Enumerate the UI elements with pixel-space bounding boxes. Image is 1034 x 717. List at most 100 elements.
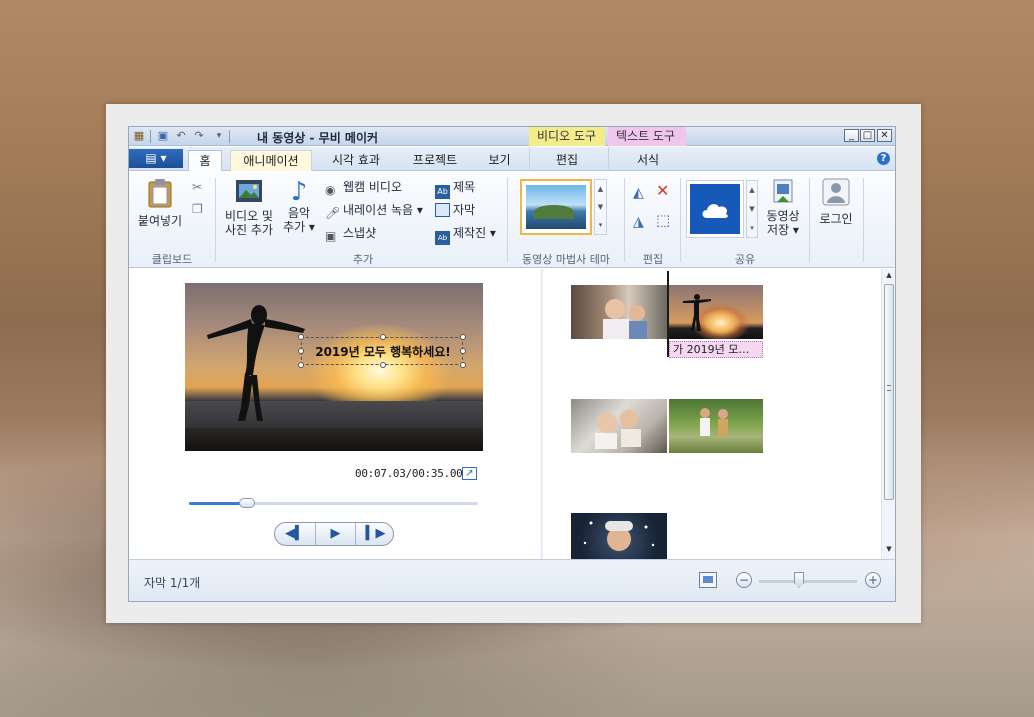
storyboard-scrollbar[interactable]: ▲ ▼ [881,269,895,559]
scroll-thumb[interactable] [884,284,894,500]
add-music-button[interactable]: ♪ 음악 추가 ▾ [279,178,319,234]
record-narration-button[interactable]: 🎤︎ 내레이션 녹음 ▾ [325,203,423,220]
title-icon: Ab [435,185,450,199]
resize-handle[interactable] [298,362,304,368]
group-separator [507,178,508,262]
music-note-icon: ♪ [290,177,308,207]
clip-children-image [603,299,647,339]
clip-babies-image [595,410,641,449]
title-button[interactable]: Ab 제목 [435,180,475,199]
tab-view[interactable]: 보기 [477,150,522,171]
tab-project[interactable]: 프로젝트 [401,150,469,171]
user-icon [822,178,850,206]
caption-text: 2019년 모두 행복하세요! [315,345,451,359]
app-icon[interactable]: ▦ [132,129,146,143]
resize-handle[interactable] [460,348,466,354]
clip-thumbnail[interactable] [571,285,667,339]
group-label-themes: 동영상 마법사 테마 [522,253,610,266]
sign-in-button[interactable]: 로그인 [813,178,859,226]
undo-icon[interactable]: ↶ [174,129,188,143]
quick-access-dropdown-icon[interactable]: ▾ [212,129,226,143]
tab-format[interactable]: 서식 [620,150,676,171]
divider [150,130,151,143]
file-menu-button[interactable]: ▤ ▾ [129,149,183,168]
tab-edit[interactable]: 편집 [540,150,594,171]
seek-thumb[interactable] [239,498,255,508]
copy-icon[interactable]: ❐ [192,202,203,216]
resize-handle[interactable] [380,362,386,368]
onedrive-icon [690,184,740,234]
theme-thumbnail [526,185,586,229]
select-all-icon[interactable]: ⬚ [656,213,670,228]
clip-thumbnail[interactable] [571,399,667,453]
caption-button[interactable]: 자막 [435,203,475,217]
group-separator [809,178,810,262]
save-movie-icon [773,179,793,203]
film-icon [236,180,262,202]
video-tools-context: 비디오 도구 [529,127,605,146]
zoom-out-icon[interactable]: − [736,572,752,588]
resize-handle[interactable] [380,334,386,340]
add-video-photo-button[interactable]: 비디오 및 사진 추가 [221,178,277,237]
next-frame-icon[interactable]: ▍▶ [355,523,393,545]
scroll-down-icon[interactable]: ▼ [882,545,895,553]
playback-controls: ◀▍ ▶ ▍▶ [274,522,394,546]
share-gallery-scroll[interactable]: ▲ ▼ ▾ [746,180,758,238]
caption-count: 자막 1/1개 [144,576,201,590]
clip-thumbnail[interactable] [571,513,667,559]
group-separator [863,178,864,262]
previous-frame-icon[interactable]: ◀▍ [275,523,315,545]
help-icon[interactable]: ? [877,152,890,165]
resize-handle[interactable] [460,362,466,368]
resize-handle[interactable] [298,334,304,340]
maximize-button[interactable]: □ [860,129,875,142]
paste-button[interactable]: 붙여넣기 [135,178,185,228]
webcam-video-button[interactable]: ◉ 웹캠 비디오 [325,180,402,197]
monitor-icon[interactable] [699,572,717,588]
caption-text-box[interactable]: 2019년 모두 행복하세요! [298,334,466,368]
ribbon-home: 붙여넣기 ✂ ❐ 클립보드 비디오 및 사진 추가 ♪ 음악 추가 ▾ ◉ 웹캠 … [129,172,895,268]
cloud-icon [702,204,728,218]
close-button[interactable]: ✕ [877,129,892,142]
microphone-icon: 🎤︎ [325,206,341,220]
play-icon[interactable]: ▶ [315,523,355,545]
tab-animations[interactable]: 애니메이션 [230,150,312,171]
resize-handle[interactable] [460,334,466,340]
minimize-button[interactable]: _ [844,129,859,142]
delete-icon[interactable]: ✕ [656,183,669,199]
divider [229,130,230,143]
rotate-left-icon[interactable]: ◭ [633,186,644,200]
theme-gallery-item[interactable] [520,179,592,235]
onedrive-button[interactable] [686,180,744,238]
zoom-in-icon[interactable]: + [865,572,881,588]
tab-visual-effects[interactable]: 시각 효과 [320,150,392,171]
rotate-right-icon[interactable]: ◮ [633,215,644,229]
credits-button[interactable]: Ab 제작진 ▾ [435,226,496,245]
resize-handle[interactable] [298,348,304,354]
clip-girls-image [700,408,728,436]
clip-thumbnail-selected[interactable] [669,285,763,339]
group-label-clipboard: 클립보드 [151,253,193,266]
zoom-slider[interactable] [759,580,857,583]
group-label-editing: 편집 [642,253,664,266]
group-label-add: 추가 [352,253,374,266]
zoom-thumb[interactable] [794,572,804,588]
cut-icon[interactable]: ✂ [192,180,202,194]
status-bar: 자막 1/1개 − + [129,559,895,601]
snapshot-button[interactable]: ▣ 스냅샷 [325,226,376,243]
theme-gallery-scroll[interactable]: ▲ ▼ ▾ [594,179,607,235]
storyboard-pane: 가 2019년 모… ▲ ▼ [543,269,895,559]
save-movie-button[interactable]: 동영상 저장 ▾ [760,178,806,237]
movie-maker-window: ▦ ▣ ↶ ↷ ▾ 내 동영상 - 무비 메이커 비디오 도구 텍스트 도구 _… [128,126,896,602]
expand-icon[interactable]: ↗ [462,467,477,480]
clip-silhouette-image [683,294,711,331]
redo-icon[interactable]: ↷ [192,129,206,143]
clip-thumbnail[interactable] [669,399,763,453]
tab-home[interactable]: 홈 [188,150,222,171]
title-bar: ▦ ▣ ↶ ↷ ▾ 내 동영상 - 무비 메이커 비디오 도구 텍스트 도구 _… [129,127,895,146]
save-icon[interactable]: ▣ [156,129,170,143]
caption-clip[interactable]: 가 2019년 모… [669,341,763,358]
scroll-up-icon[interactable]: ▲ [882,271,895,279]
video-preview[interactable]: 2019년 모두 행복하세요! [185,283,483,451]
seek-slider[interactable] [189,498,478,508]
